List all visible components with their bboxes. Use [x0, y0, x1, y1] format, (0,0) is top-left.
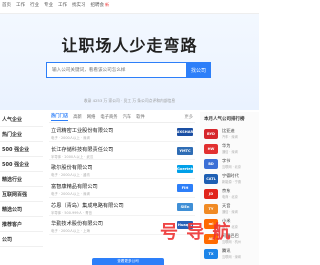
ranking-item[interactable]: TY 天音 通信 · 深圳: [200, 201, 259, 216]
company-name: 芯恩（青岛）集成电路有限公司: [51, 202, 124, 209]
rank-company-logo: HW: [204, 143, 218, 154]
category-sidebar: 人气企业 热门企业 500 强企业 500 强企业 精选行业 互联网百强 精选公…: [0, 112, 43, 265]
sidebar-item[interactable]: 精选公司: [0, 202, 43, 217]
tab-software[interactable]: 软件: [136, 114, 145, 120]
view-more-button[interactable]: 查看更多公司: [92, 258, 164, 265]
ranking-item[interactable]: BD 字节 互联网 · 北京: [200, 156, 259, 171]
company-meta: 电子 · 2000人以上 · 深圳: [51, 192, 90, 197]
company-name: 长江存储科技有限责任公司: [51, 146, 114, 153]
ranking-item[interactable]: TX 腾讯 互联网 · 深圳: [200, 246, 259, 261]
tab-hightech[interactable]: 高新: [73, 114, 82, 120]
company-search-input[interactable]: [46, 62, 186, 78]
ranking-item[interactable]: BYD 比亚迪 汽车 · 深圳: [200, 126, 259, 141]
company-row[interactable]: 芯恩（青岛）集成电路有限公司 半导体 · 500-999人 · 青岛 SiEn: [49, 198, 195, 217]
company-meta: 电子 · 2000人以上 · 深圳: [51, 136, 90, 140]
industry-tabs: 热门门店 高新 网络 电子商务 汽车 软件 更多: [49, 112, 195, 123]
sidebar-item[interactable]: 500 强企业: [0, 157, 43, 172]
nav-item-internship[interactable]: 找实习: [72, 2, 86, 8]
company-name: 歌尔股份有限公司: [51, 165, 93, 172]
nav-item-major[interactable]: 专业: [44, 2, 53, 8]
rank-company-logo: JD: [204, 188, 218, 199]
rank-company-logo: TX: [204, 248, 218, 259]
sidebar-item[interactable]: 500 强企业: [0, 142, 43, 157]
ranking-item[interactable]: HW 华为 通信 · 深圳: [200, 141, 259, 156]
top-navigation-bar: 首页 工作 行业 专业 工作 找实习 招聘会新: [0, 0, 259, 14]
company-name: 立讯精密工业股份有限公司: [51, 128, 114, 134]
nav-item-industry[interactable]: 行业: [30, 2, 39, 8]
company-logo: FIH: [177, 184, 193, 193]
company-row[interactable]: 长江存储科技有限责任公司 半导体 · 2000人以上 · 武汉 YMTC: [49, 142, 195, 161]
nav-item-jobs[interactable]: 工作: [16, 2, 25, 8]
sidebar-item[interactable]: 互联网百强: [0, 187, 43, 202]
tab-network[interactable]: 网络: [87, 114, 96, 120]
company-logo: YMTC: [177, 146, 193, 155]
tab-more[interactable]: 更多: [184, 114, 195, 120]
company-logo: SiEn: [177, 202, 193, 211]
company-row[interactable]: 歌尔股份有限公司 电子 · 2000人以上 · 潍坊 Goertek: [49, 160, 195, 180]
nav-item-job-fair-label: 招聘会: [90, 3, 105, 8]
watermark-logo: 号 导 航: [160, 222, 232, 243]
company-meta: 电子 · 2000人以上 · 潍坊: [51, 173, 90, 178]
company-logo: Goertek: [176, 165, 194, 174]
company-search-bar: 找公司: [46, 62, 211, 78]
search-company-button[interactable]: 找公司: [186, 62, 211, 78]
ranking-item[interactable]: JD 京东 电商 · 北京: [200, 186, 259, 201]
new-badge: 新: [105, 2, 109, 7]
hero-title: 让职场人少走弯路: [61, 36, 198, 55]
sidebar-item[interactable]: 公司: [0, 232, 43, 247]
company-meta: 半导体 · 2000人以上 · 武汉: [51, 154, 94, 159]
rank-company-logo: BD: [204, 158, 218, 169]
company-name: 富智康精品有限公司: [51, 184, 98, 191]
sidebar-item[interactable]: 推荐客户: [0, 217, 43, 232]
company-meta: 半导体 · 500-999人 · 青岛: [51, 210, 92, 215]
company-logo: LUXSHARE: [174, 128, 196, 136]
ranking-item[interactable]: CATL 宁德时代 新能源 · 宁德: [200, 171, 259, 186]
rank-company-tag: 互联网 · 深圳: [222, 255, 241, 259]
nav-item-home[interactable]: 首页: [2, 2, 11, 8]
sidebar-item[interactable]: 人气企业: [0, 112, 43, 127]
rank-company-tag: 汽车 · 深圳: [222, 135, 238, 139]
rank-company-tag: 电商 · 北京: [222, 195, 238, 199]
rank-company-tag: 互联网 · 北京: [222, 165, 241, 169]
tab-hot[interactable]: 热门门店: [51, 113, 69, 121]
sidebar-item[interactable]: 热门企业: [0, 127, 43, 142]
nav-menu: 首页 工作 行业 专业 工作 找实习 招聘会新: [2, 2, 109, 8]
tab-auto[interactable]: 汽车: [123, 114, 132, 120]
company-name: 华勤技术股份有限公司: [51, 221, 103, 228]
rank-company-tag: 通信 · 深圳: [222, 210, 238, 214]
sidebar-item[interactable]: 精选行业: [0, 172, 43, 187]
company-row[interactable]: 立讯精密工业股份有限公司 电子 · 2000人以上 · 深圳 LUXSHARE: [49, 123, 196, 142]
rank-company-logo: BYD: [204, 128, 218, 139]
rank-company-logo: TY: [204, 203, 218, 214]
nav-item-work[interactable]: 工作: [58, 2, 67, 8]
nav-item-job-fair[interactable]: 招聘会新: [91, 2, 110, 8]
ranking-title: 本月人气公司排行榜: [204, 117, 245, 122]
rank-company-tag: 通信 · 深圳: [222, 150, 238, 154]
hero-subtitle: 收录 4253 万 家公司 · 员工 万 条公司点评和内部信息: [83, 98, 176, 103]
tab-ecommerce[interactable]: 电子商务: [100, 114, 117, 120]
rank-company-logo: CATL: [204, 173, 218, 184]
company-row[interactable]: 富智康精品有限公司 电子 · 2000人以上 · 深圳 FIH: [49, 179, 195, 198]
company-meta: 电子 · 2000人以上 · 上海: [51, 229, 90, 234]
rank-company-tag: 新能源 · 宁德: [222, 180, 241, 184]
hero-banner: 让职场人少走弯路 找公司 收录 4253 万 家公司 · 员工 万 条公司点评和…: [0, 14, 259, 110]
